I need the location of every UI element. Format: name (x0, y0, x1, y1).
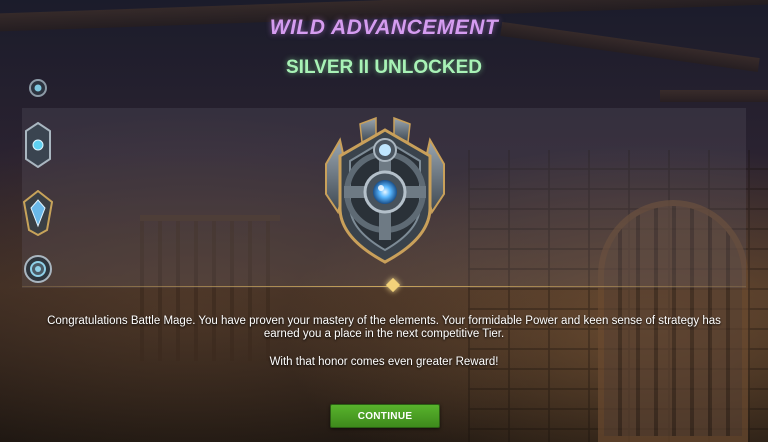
tier-round-emblem-icon (23, 254, 53, 284)
tier-crystal-shield-icon (23, 190, 53, 236)
congratulations-text: Congratulations Battle Mage. You have pr… (47, 315, 721, 340)
divider-line (22, 286, 746, 287)
silver-tier-emblem-icon (318, 116, 452, 266)
tier-progress-rail (16, 70, 60, 300)
advancement-message: Congratulations Battle Mage. You have pr… (40, 315, 728, 384)
tier-shield-icon (25, 122, 51, 168)
page-title: WILD ADVANCEMENT (269, 16, 499, 39)
tier-unlocked-title: SILVER II UNLOCKED (286, 57, 482, 78)
tier-small-round-icon (28, 78, 48, 98)
reward-text: With that honor comes even greater Rewar… (269, 356, 499, 368)
continue-button[interactable]: CONTINUE (330, 404, 440, 428)
